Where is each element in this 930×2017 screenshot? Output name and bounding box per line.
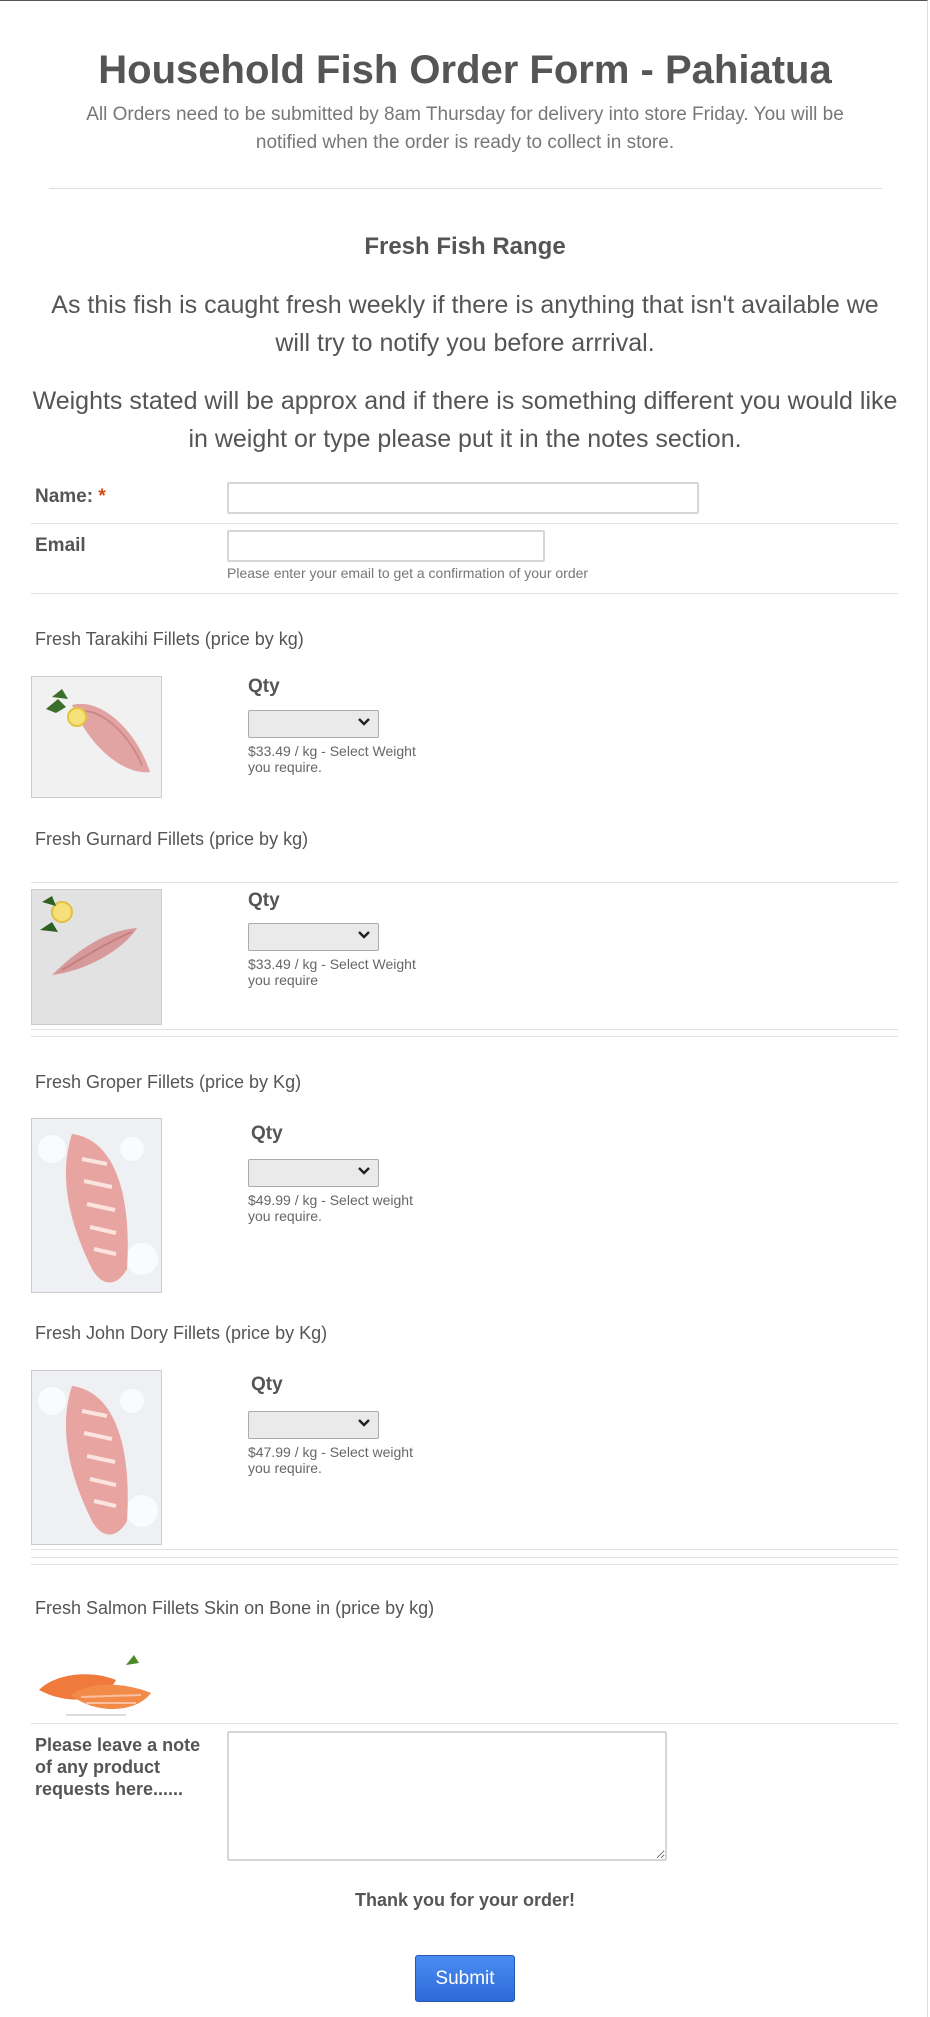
notes-textarea[interactable] [227,1731,667,1861]
salmon-fillet-photo [31,1645,162,1720]
name-label: Name: * [35,486,106,508]
row-divider [31,882,898,883]
row-divider [31,1029,898,1030]
price-note-tarakihi: $33.49 / kg - Select Weight you require. [248,743,416,775]
groper-fillet-photo [31,1118,162,1293]
tarakihi-fillet-photo [31,676,162,798]
chevron-down-icon [358,718,370,726]
chevron-down-icon [358,1419,370,1427]
header-divider [49,188,882,189]
submit-button[interactable]: Submit [415,1955,515,2002]
row-divider [31,1564,898,1565]
gurnard-fillet-photo [31,889,162,1025]
qty-select-gurnard[interactable] [248,923,379,951]
product-title-gurnard: Fresh Gurnard Fillets (price by kg) [35,829,309,849]
john-dory-fillet-photo [31,1370,162,1545]
qty-label: Qty [248,676,280,697]
product-title-tarakihi: Fresh Tarakihi Fillets (price by kg) [35,629,304,649]
product-title-groper: Fresh Groper Fillets (price by Kg) [35,1072,302,1092]
row-divider [31,1557,898,1558]
form-page: Household Fish Order Form - Pahiatua All… [0,0,928,2017]
price-note-john-dory: $47.99 / kg - Select weight you require. [248,1444,413,1476]
notes-label: Please leave a note of any product reque… [35,1735,201,1799]
email-label: Email [35,535,86,556]
required-asterisk: * [98,486,106,507]
qty-select-tarakihi[interactable] [248,710,379,738]
qty-select-john-dory[interactable] [248,1411,379,1439]
row-divider [31,523,898,524]
form-title: Household Fish Order Form - Pahiatua [98,48,832,92]
row-divider [31,1036,898,1037]
product-title-salmon: Fresh Salmon Fillets Skin on Bone in (pr… [35,1598,435,1618]
qty-select-groper[interactable] [248,1159,379,1187]
qty-label: Qty [251,1374,283,1395]
availability-paragraph: As this fish is caught fresh weekly if t… [51,291,879,357]
row-divider [31,1723,898,1724]
thank-you-message: Thank you for your order! [354,1890,576,1910]
row-divider [31,593,898,594]
name-input[interactable] [227,482,699,514]
row-divider [31,1549,898,1550]
email-sublabel: Please enter your email to get a confirm… [227,565,589,581]
weights-paragraph: Weights stated will be approx and if the… [32,387,898,453]
qty-label: Qty [251,1123,283,1144]
name-label-text: Name: [35,486,94,507]
price-note-gurnard: $33.49 / kg - Select Weight you require [248,956,416,988]
form-subtitle: All Orders need to be submitted by 8am T… [86,104,844,153]
email-input[interactable] [227,530,545,562]
section-title: Fresh Fish Range [364,233,566,260]
product-title-john-dory: Fresh John Dory Fillets (price by Kg) [35,1323,328,1343]
price-note-groper: $49.99 / kg - Select weight you require. [248,1192,413,1224]
qty-label: Qty [248,890,280,911]
chevron-down-icon [358,1167,370,1175]
chevron-down-icon [358,931,370,939]
